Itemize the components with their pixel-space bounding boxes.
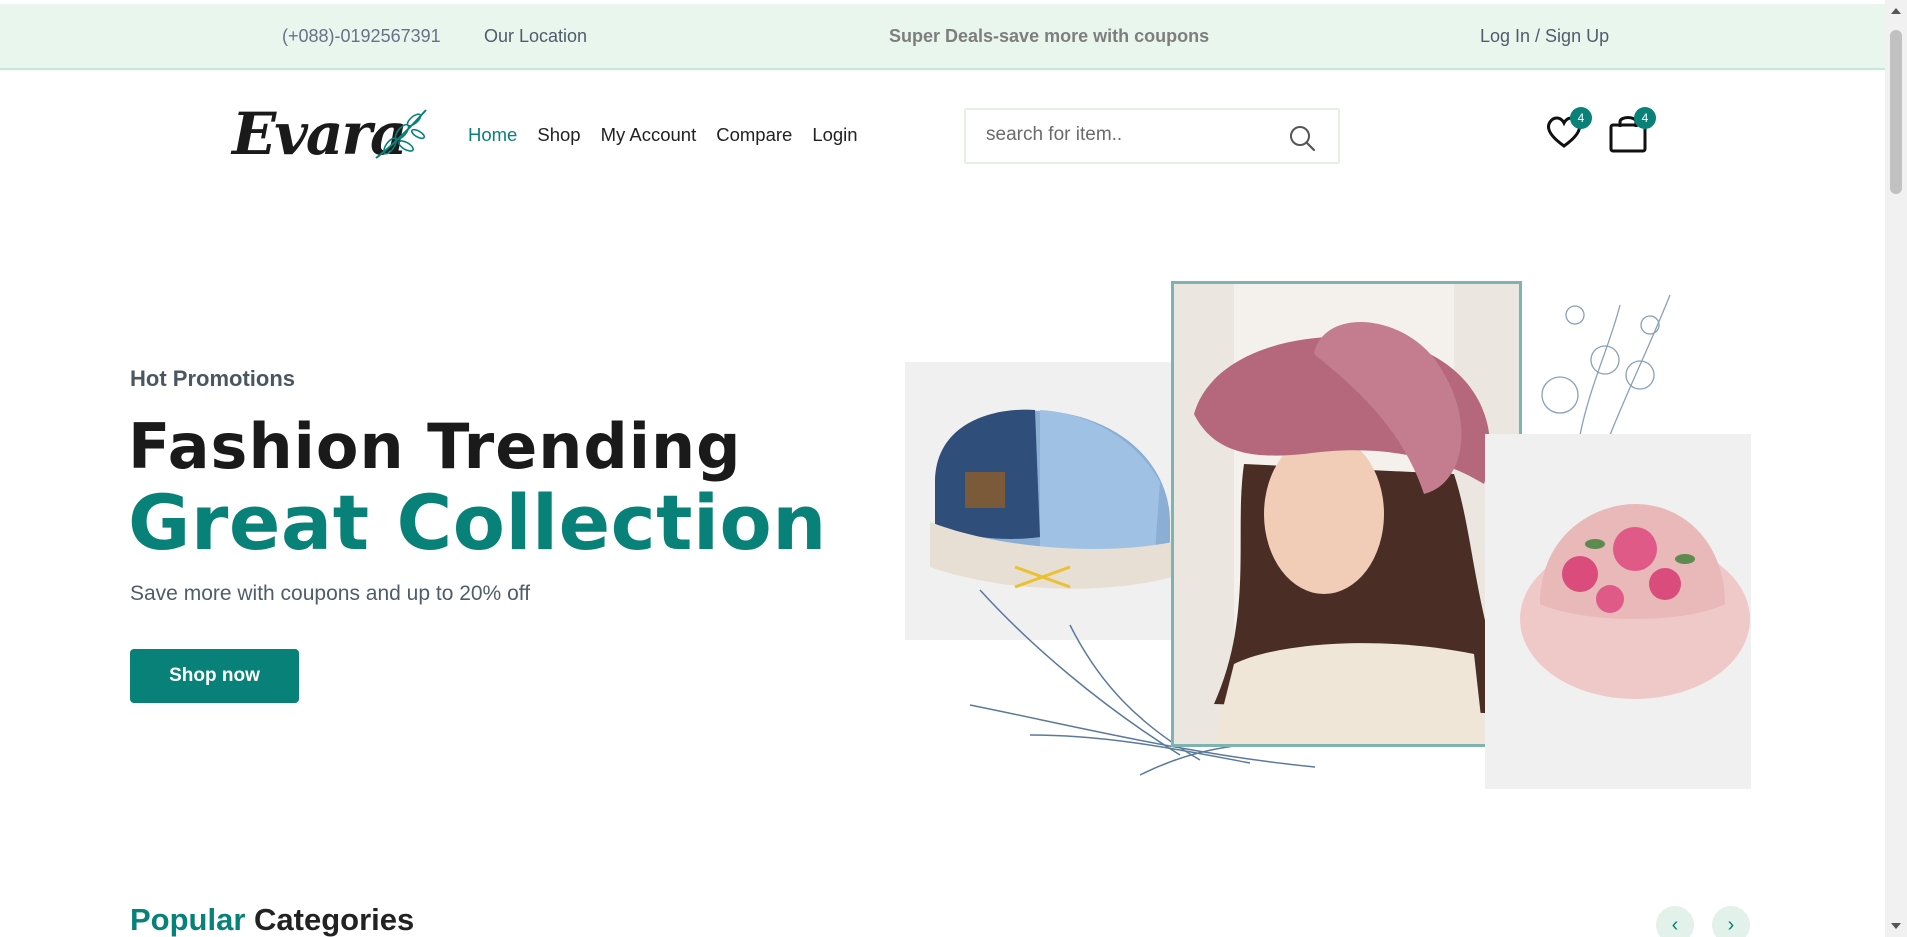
page-scrollbar[interactable] (1885, 0, 1907, 937)
scrollbar-thumb[interactable] (1890, 30, 1902, 194)
section-title-popular-categories: Popular Categories (130, 902, 414, 937)
main-nav: Home Shop My Account Compare Login (468, 124, 858, 146)
model-with-hat-image (1174, 284, 1519, 744)
search-icon[interactable] (1288, 124, 1316, 152)
cart-button[interactable]: 4 (1608, 107, 1656, 154)
shop-now-button[interactable]: Shop now (130, 649, 299, 703)
hero-title-line2: Great Collection (128, 478, 827, 567)
hero-model-photo (1171, 281, 1522, 747)
nav-compare[interactable]: Compare (716, 124, 792, 146)
cart-count-badge: 4 (1634, 107, 1656, 129)
leaf-icon (375, 109, 427, 159)
scroll-up-arrow-icon[interactable] (1891, 8, 1901, 14)
search-box (964, 108, 1340, 164)
top-bar: (+088)-0192567391 Our Location Super Dea… (0, 4, 1885, 70)
phone-number: (+088)-0192567391 (282, 26, 441, 46)
carousel-prev-button[interactable]: ‹ (1656, 906, 1694, 937)
wishlist-count-badge: 4 (1570, 107, 1592, 129)
title-rest: Categories (254, 902, 415, 937)
floral-hat-image (1520, 504, 1750, 699)
hero-description: Save more with coupons and up to 20% off (130, 582, 531, 605)
login-signup-link[interactable]: Log In / Sign Up (1480, 26, 1609, 47)
scroll-down-arrow-icon[interactable] (1891, 923, 1901, 929)
nav-shop[interactable]: Shop (537, 124, 580, 146)
hero-title-line1: Fashion Trending (128, 410, 742, 483)
search-input[interactable] (986, 124, 1266, 146)
chevron-right-icon: › (1727, 914, 1735, 936)
hero-subtitle: Hot Promotions (130, 366, 295, 391)
floral-hat-image-panel (1485, 434, 1751, 789)
chevron-left-icon: ‹ (1671, 914, 1679, 936)
our-location-link[interactable]: Our Location (484, 26, 587, 47)
nav-home[interactable]: Home (468, 124, 517, 146)
carousel-next-button[interactable]: › (1712, 906, 1750, 937)
nav-login[interactable]: Login (812, 124, 857, 146)
nav-my-account[interactable]: My Account (601, 124, 697, 146)
title-highlight: Popular (130, 902, 246, 937)
deals-banner: Super Deals-save more with coupons (889, 26, 1210, 46)
logo[interactable]: Evara (232, 100, 427, 170)
wishlist-button[interactable]: 4 (1544, 107, 1592, 152)
flower-sketch (1541, 294, 1671, 435)
